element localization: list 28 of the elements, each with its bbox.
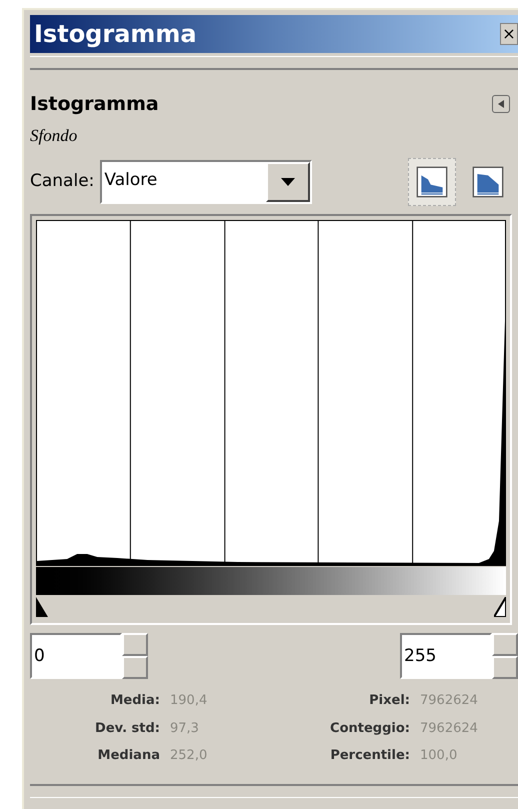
- channel-dropdown[interactable]: Valore: [100, 160, 312, 204]
- low-value-field[interactable]: 0: [30, 633, 122, 679]
- channel-label: Canale:: [30, 170, 94, 194]
- low-spin-buttons[interactable]: [122, 633, 148, 679]
- close-button[interactable]: ×: [500, 23, 518, 45]
- menu-button[interactable]: [492, 95, 510, 114]
- stat-value: 100,0: [420, 747, 458, 765]
- triangle-left-icon: [497, 100, 505, 108]
- stat-value: 97,3: [170, 720, 200, 738]
- stat-label: Mediana: [96, 747, 160, 765]
- layer-name: Sfondo: [30, 124, 78, 147]
- stat-label: Percentile:: [329, 747, 410, 765]
- stat-value: 252,0: [170, 747, 208, 765]
- high-range-handle[interactable]: [494, 597, 506, 617]
- stat-label: Media:: [110, 692, 160, 710]
- stat-value: 7962624: [420, 720, 479, 738]
- stat-value: 190,4: [170, 692, 208, 710]
- linear-histogram-button[interactable]: [408, 158, 456, 206]
- high-value-field[interactable]: 255: [400, 633, 492, 679]
- caret-icon: [281, 178, 296, 186]
- stat-value: 7962624: [420, 692, 479, 710]
- high-spin-buttons[interactable]: [492, 633, 518, 679]
- panel-heading: Istogramma: [30, 92, 159, 117]
- stat-label: Dev. std:: [94, 720, 160, 738]
- window-title: Istogramma: [34, 19, 197, 50]
- stat-label: Pixel:: [368, 692, 410, 710]
- stat-label: Conteggio:: [329, 720, 410, 738]
- low-range-handle[interactable]: [36, 597, 48, 617]
